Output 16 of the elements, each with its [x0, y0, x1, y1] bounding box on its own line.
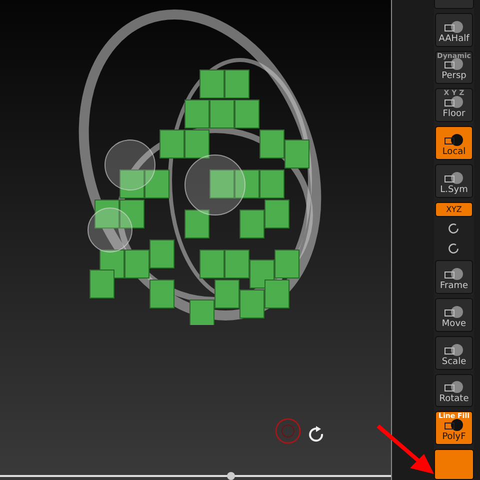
rotate-icon[interactable] — [308, 426, 324, 442]
toolbar-button[interactable] — [434, 449, 474, 480]
slider-handle[interactable] — [226, 472, 235, 480]
toolbar-button[interactable]: Scale — [435, 336, 473, 370]
toolbar-button[interactable]: Rotate — [435, 374, 473, 408]
3d-viewport[interactable] — [0, 0, 392, 480]
toolbar-button[interactable]: Move — [435, 298, 473, 332]
toolbar-button[interactable]: Frame — [435, 260, 473, 294]
rotate-axis-icon[interactable] — [448, 223, 460, 235]
toolbar-button[interactable]: Local — [435, 126, 473, 160]
rotate-axis-icon[interactable] — [448, 242, 460, 254]
toolbar-button[interactable]: L.Sym — [435, 164, 473, 198]
toolbar-button[interactable]: AAHalf — [435, 12, 473, 47]
xyz-toggle[interactable]: XYZ — [435, 202, 473, 218]
timeline-slider[interactable] — [0, 475, 391, 477]
pointer-arrow — [376, 424, 436, 476]
